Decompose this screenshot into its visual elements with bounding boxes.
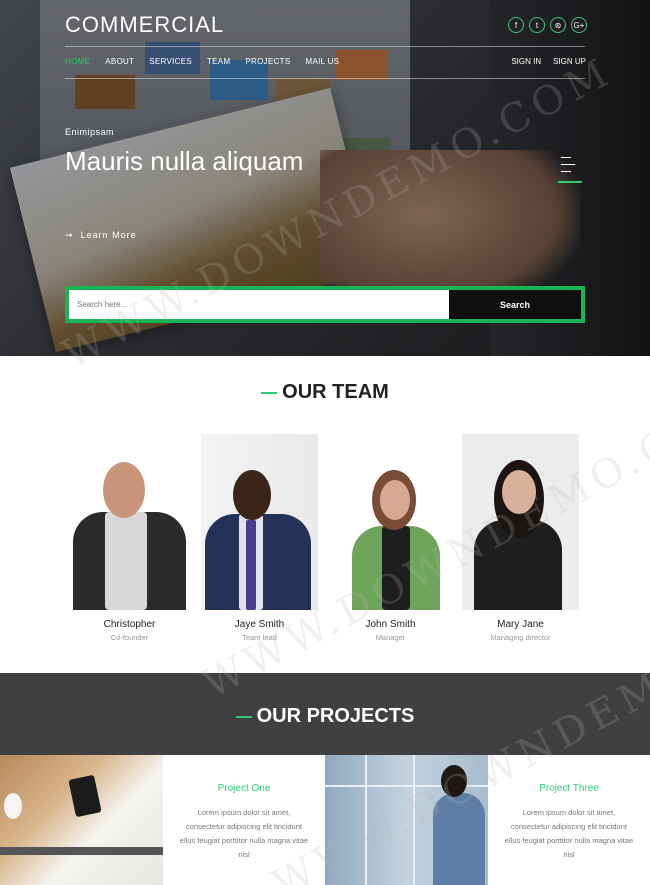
- avatar: [462, 434, 579, 610]
- sign-up-link[interactable]: SIGN UP: [553, 57, 586, 66]
- search-bar: Search: [65, 286, 585, 323]
- member-name: Jaye Smith: [234, 619, 285, 630]
- search-input[interactable]: [69, 290, 449, 319]
- project-card[interactable]: Project Three Lorem ipsum dolor sit amet…: [488, 755, 650, 885]
- menu-toggle-icon[interactable]: [558, 155, 582, 183]
- nav-about[interactable]: ABOUT: [105, 57, 134, 66]
- member-role: Manager: [375, 633, 406, 642]
- member-name: Mary Jane: [497, 619, 544, 630]
- dribbble-icon[interactable]: ⊛: [550, 17, 566, 33]
- project-card[interactable]: Project One Lorem ipsum dolor sit amet, …: [163, 755, 325, 885]
- member-name: Christopher: [103, 619, 156, 630]
- project-title: Project Three: [539, 783, 599, 794]
- member-role: Team lead: [242, 633, 277, 642]
- arrow-right-icon: ➞: [65, 230, 74, 240]
- member-name: John Smith: [365, 619, 416, 630]
- auth-links: SIGN IN SIGN UP: [511, 57, 586, 66]
- member-role: Managing director: [490, 633, 551, 642]
- title-accent-bar: [261, 391, 278, 394]
- divider: [65, 46, 585, 47]
- twitter-icon[interactable]: t: [529, 17, 545, 33]
- nav-mail-us[interactable]: MAIL US: [306, 57, 340, 66]
- nav-projects[interactable]: PROJECTS: [245, 57, 290, 66]
- brand-logo[interactable]: COMMERCIAL: [65, 12, 224, 38]
- team-section-title: OUR TEAM: [0, 381, 650, 404]
- nav-services[interactable]: SERVICES: [149, 57, 192, 66]
- avatar: [71, 434, 188, 610]
- main-nav: HOME ABOUT SERVICES TEAM PROJECTS MAIL U…: [65, 57, 354, 66]
- hero-headline: Mauris nulla aliquam: [65, 146, 304, 176]
- project-description: Lorem ipsum dolor sit amet, consectetur …: [504, 808, 634, 859]
- project-image[interactable]: [0, 755, 163, 885]
- nav-home[interactable]: HOME: [65, 57, 90, 66]
- learn-more-label: Learn More: [80, 230, 137, 240]
- search-button[interactable]: Search: [449, 290, 581, 319]
- title-accent-bar: [235, 715, 252, 718]
- avatar: [332, 434, 449, 610]
- project-image[interactable]: [325, 755, 488, 885]
- hero-kicker: Enimipsam: [65, 127, 115, 137]
- avatar: [201, 434, 318, 610]
- sign-in-link[interactable]: SIGN IN: [511, 57, 541, 66]
- project-title: Project One: [217, 783, 271, 794]
- google-plus-icon[interactable]: G+: [571, 17, 587, 33]
- hero-banner: COMMERCIAL f t ⊛ G+ HOME ABOUT SERVICES …: [0, 0, 650, 356]
- social-links: f t ⊛ G+: [508, 17, 587, 33]
- learn-more-link[interactable]: ➞ Learn More: [65, 230, 137, 241]
- member-role: Co-founder: [110, 633, 149, 642]
- project-description: Lorem ipsum dolor sit amet, consectetur …: [179, 808, 309, 859]
- nav-team[interactable]: TEAM: [207, 57, 230, 66]
- facebook-icon[interactable]: f: [508, 17, 524, 33]
- projects-section-title: OUR PROJECTS: [0, 705, 650, 728]
- divider: [65, 78, 585, 79]
